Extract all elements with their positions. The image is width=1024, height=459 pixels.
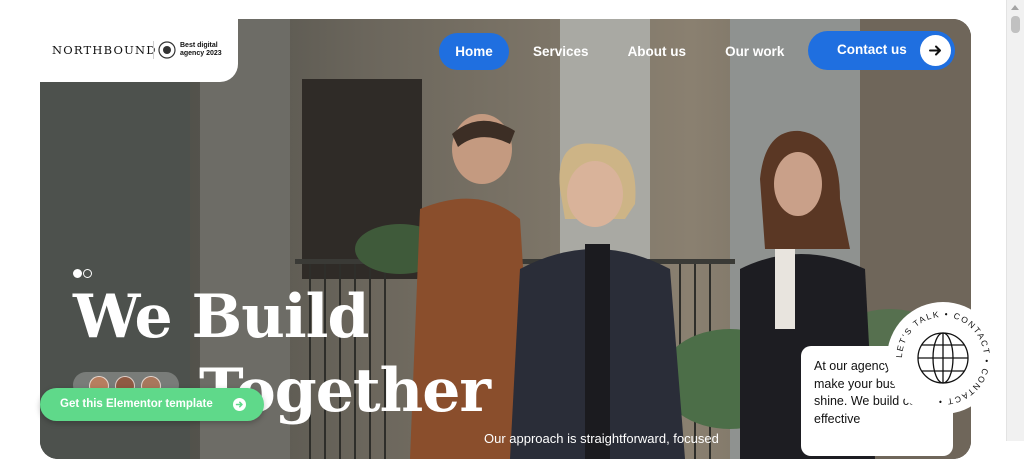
award-laurel-icon <box>158 41 176 59</box>
contact-badge-graphic: LET'S TALK • CONTACT • CONTACT • <box>894 309 991 407</box>
get-elementor-template-button[interactable]: Get this Elementor template <box>40 388 264 421</box>
hero-subtext: Our approach is straightforward, focused <box>484 431 719 446</box>
arrow-circle-right-icon <box>233 398 246 411</box>
nav-home[interactable]: Home <box>439 32 509 70</box>
logo-card: NORTHBOUND Best digital agency 2023 <box>40 19 238 82</box>
nav-services[interactable]: Services <box>519 33 603 70</box>
scrollbar-thumb[interactable] <box>1011 16 1020 33</box>
lets-talk-badge[interactable]: LET'S TALK • CONTACT • CONTACT • <box>887 302 999 414</box>
slider-dot-2[interactable] <box>83 269 92 278</box>
slider-dots <box>73 269 92 278</box>
logo-divider <box>153 41 154 59</box>
brand-logo[interactable]: NORTHBOUND <box>52 43 157 57</box>
contact-us-label: Contact us <box>837 42 907 57</box>
nav-about-us[interactable]: About us <box>614 33 701 70</box>
nav-our-work[interactable]: Our work <box>711 33 798 70</box>
main-navigation: Home Services About us Our work <box>439 32 798 70</box>
globe-icon <box>917 332 969 384</box>
contact-us-button[interactable]: Contact us <box>808 31 955 70</box>
elementor-button-label: Get this Elementor template <box>60 398 213 410</box>
slider-dot-1[interactable] <box>73 269 82 278</box>
contact-arrow-circle <box>920 35 951 66</box>
page-scrollbar[interactable] <box>1006 0 1024 441</box>
award-label: Best digital agency 2023 <box>180 42 222 57</box>
headline-line-1: We Build <box>73 282 369 352</box>
arrow-right-icon <box>929 45 941 56</box>
scroll-up-icon[interactable] <box>1011 5 1019 10</box>
